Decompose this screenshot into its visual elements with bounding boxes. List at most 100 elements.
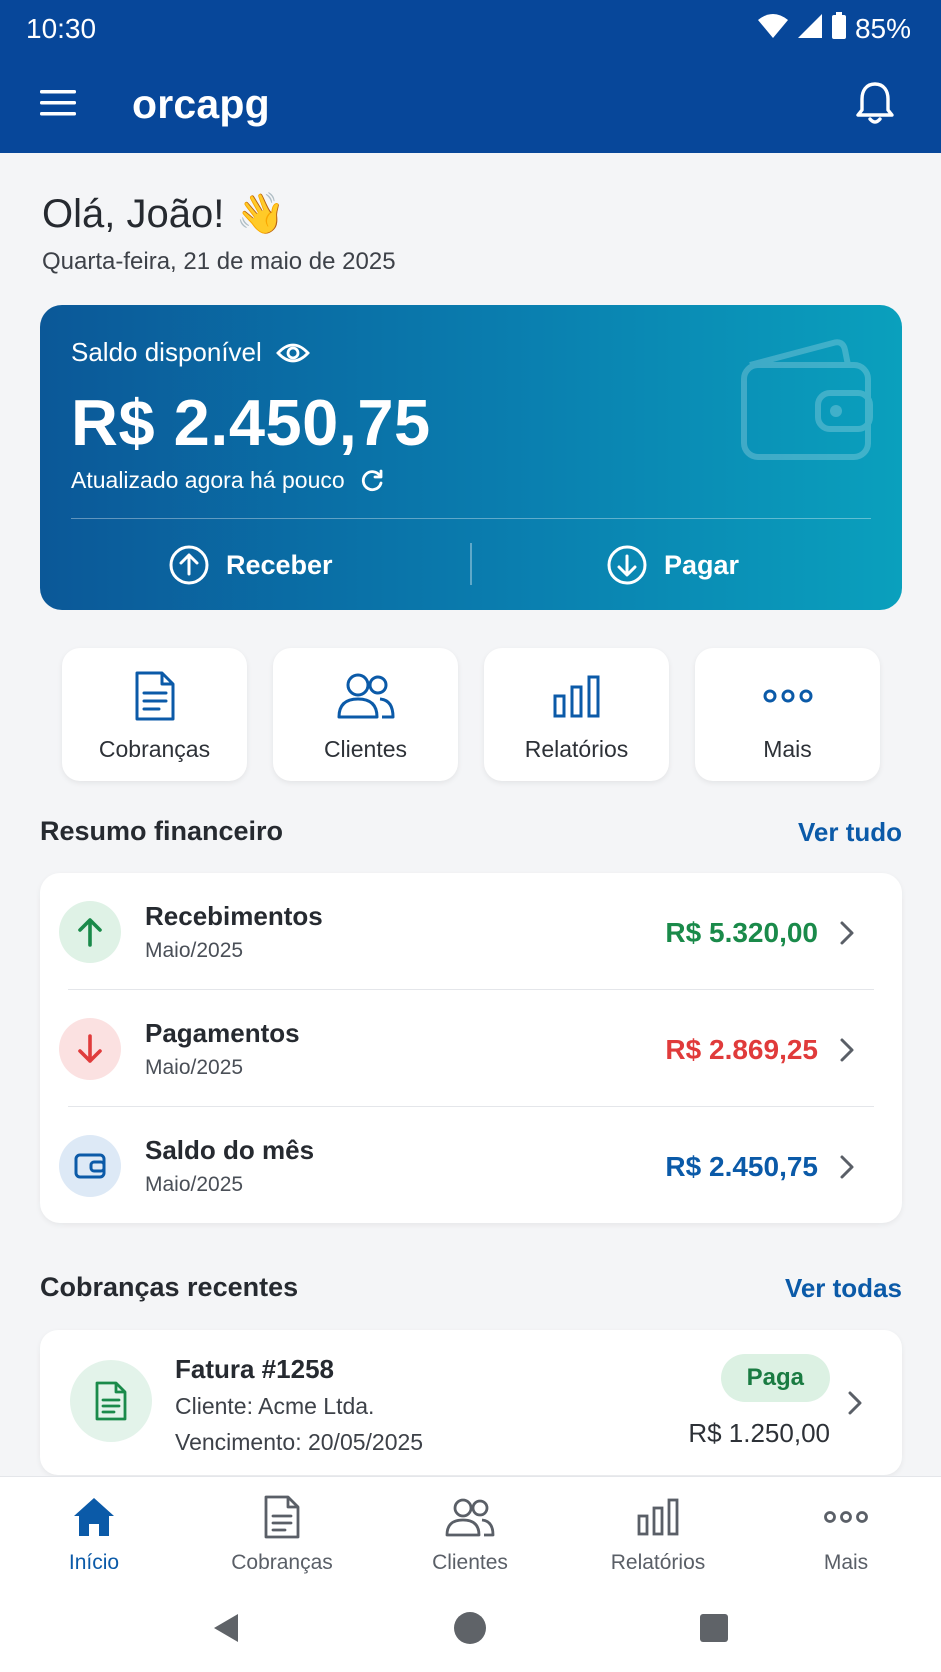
more-dots-icon	[758, 668, 818, 724]
hamburger-icon	[40, 90, 76, 116]
menu-button[interactable]	[38, 88, 82, 124]
nav-item-cobrancas[interactable]: Cobranças	[188, 1477, 376, 1587]
notifications-button[interactable]	[853, 80, 903, 130]
recents-square-icon	[700, 1614, 728, 1642]
nav-label: Cobranças	[231, 1551, 333, 1574]
current-date: Quarta-feira, 21 de maio de 2025	[42, 248, 396, 275]
status-badge: Paga	[720, 1354, 830, 1402]
chevron-right-icon	[848, 1391, 862, 1415]
system-navigation-bar	[0, 1586, 941, 1672]
document-icon	[256, 1493, 308, 1541]
balance-updated-row: Atualizado agora há pouco	[71, 467, 385, 494]
recents-button[interactable]	[694, 1608, 734, 1648]
arrow-up-circle-icon	[169, 545, 209, 585]
summary-row-title: Pagamentos	[145, 1018, 300, 1048]
invoice-amount: R$ 1.250,00	[688, 1418, 830, 1448]
back-button[interactable]	[206, 1608, 246, 1648]
more-dots-icon	[820, 1493, 872, 1541]
quick-action-relatorios[interactable]: Relatórios	[484, 648, 669, 781]
summary-row-period: Maio/2025	[145, 1056, 244, 1079]
nav-item-clientes[interactable]: Clientes	[376, 1477, 564, 1587]
summary-row-recebimentos[interactable]: Recebimentos Maio/2025 R$ 5.320,00	[40, 873, 902, 990]
chevron-right-icon	[840, 1038, 854, 1062]
summary-row-title: Saldo do mês	[145, 1135, 315, 1165]
signal-icon	[797, 13, 823, 44]
home-circle-icon	[454, 1612, 486, 1644]
invoice-title: Fatura #1258	[175, 1354, 334, 1384]
greeting-title: Olá, João! 👋	[42, 192, 286, 236]
invoice-client: Cliente: Acme Ltda.	[175, 1393, 375, 1419]
summary-row-period: Maio/2025	[145, 1173, 244, 1196]
status-time: 10:30	[26, 13, 97, 44]
chevron-right-icon	[840, 921, 854, 945]
pay-label: Pagar	[664, 549, 740, 580]
summary-icon-bg	[59, 1018, 121, 1080]
wifi-icon	[757, 13, 789, 44]
summary-icon-bg	[59, 1135, 121, 1197]
users-icon	[336, 668, 396, 724]
arrow-up-icon	[78, 918, 102, 947]
balance-label-row: Saldo disponível	[71, 337, 310, 368]
arrow-down-icon	[78, 1034, 102, 1063]
toolbar: orcapg	[0, 78, 941, 134]
summary-row-amount: R$ 5.320,00	[665, 917, 818, 948]
chevron-right-icon	[840, 1155, 854, 1179]
invoice-due-date: Vencimento: 20/05/2025	[175, 1429, 424, 1455]
quick-action-mais[interactable]: Mais	[695, 648, 880, 781]
quick-action-label: Cobranças	[98, 736, 211, 762]
document-icon	[125, 668, 185, 724]
invoice-card[interactable]: Fatura #1258 Cliente: Acme Ltda. Vencime…	[40, 1330, 902, 1475]
battery-percent: 85%	[854, 12, 911, 44]
balance-value: R$ 2.450,75	[71, 386, 431, 459]
quick-action-label: Relatórios	[524, 736, 629, 762]
summary-row-amount: R$ 2.869,25	[665, 1034, 818, 1065]
balance-card: Saldo disponível R$ 2.450,75 Atualizado …	[40, 305, 902, 610]
summary-row-amount: R$ 2.450,75	[665, 1151, 818, 1182]
eye-icon[interactable]	[275, 341, 310, 365]
users-icon	[444, 1493, 496, 1541]
nav-item-mais[interactable]: Mais	[752, 1477, 940, 1587]
battery-icon	[831, 12, 847, 45]
summary-row-title: Recebimentos	[145, 901, 323, 931]
bar-chart-icon	[632, 1493, 684, 1541]
nav-label: Relatórios	[610, 1551, 706, 1574]
status-bar: 10:30 85%	[0, 10, 941, 46]
nav-label: Mais	[823, 1551, 869, 1574]
summary-row-saldo-mes[interactable]: Saldo do mês Maio/2025 R$ 2.450,75	[40, 1107, 902, 1224]
summary-icon-bg	[59, 901, 121, 963]
nav-label: Início	[68, 1551, 120, 1574]
recent-section-title: Cobranças recentes	[40, 1272, 299, 1302]
summary-see-all-link[interactable]: Ver tudo	[798, 817, 902, 848]
invoice-document-icon	[70, 1360, 152, 1442]
arrow-down-circle-icon	[607, 545, 647, 585]
wallet-icon	[74, 1153, 106, 1179]
quick-action-clientes[interactable]: Clientes	[273, 648, 458, 781]
bottom-navigation: Início Cobranças Clientes Relatórios Mai…	[0, 1476, 941, 1586]
home-icon	[68, 1493, 120, 1541]
home-button[interactable]	[450, 1608, 490, 1648]
back-triangle-icon	[214, 1614, 238, 1642]
quick-action-label: Mais	[763, 736, 812, 762]
balance-label: Saldo disponível	[71, 337, 262, 367]
nav-label: Clientes	[432, 1551, 508, 1574]
bar-chart-icon	[547, 668, 607, 724]
app-title: orcapg	[132, 81, 270, 127]
status-icons: 85%	[757, 12, 911, 45]
nav-item-relatorios[interactable]: Relatórios	[564, 1477, 752, 1587]
wallet-icon	[738, 335, 878, 470]
nav-item-inicio[interactable]: Início	[0, 1477, 188, 1587]
receive-button[interactable]: Receber	[168, 541, 333, 589]
quick-action-cobrancas[interactable]: Cobranças	[62, 648, 247, 781]
actions-separator	[470, 543, 472, 585]
balance-divider	[71, 518, 871, 519]
summary-row-pagamentos[interactable]: Pagamentos Maio/2025 R$ 2.869,25	[40, 990, 902, 1107]
summary-card: Recebimentos Maio/2025 R$ 5.320,00 Pagam…	[40, 873, 902, 1223]
refresh-icon[interactable]	[359, 468, 385, 494]
receive-label: Receber	[226, 549, 333, 580]
bell-icon	[856, 82, 894, 124]
recent-see-all-link[interactable]: Ver todas	[785, 1273, 902, 1304]
summary-row-period: Maio/2025	[145, 939, 244, 962]
quick-action-label: Clientes	[323, 736, 408, 762]
pay-button[interactable]: Pagar	[606, 541, 739, 589]
balance-updated-text: Atualizado agora há pouco	[71, 467, 345, 493]
